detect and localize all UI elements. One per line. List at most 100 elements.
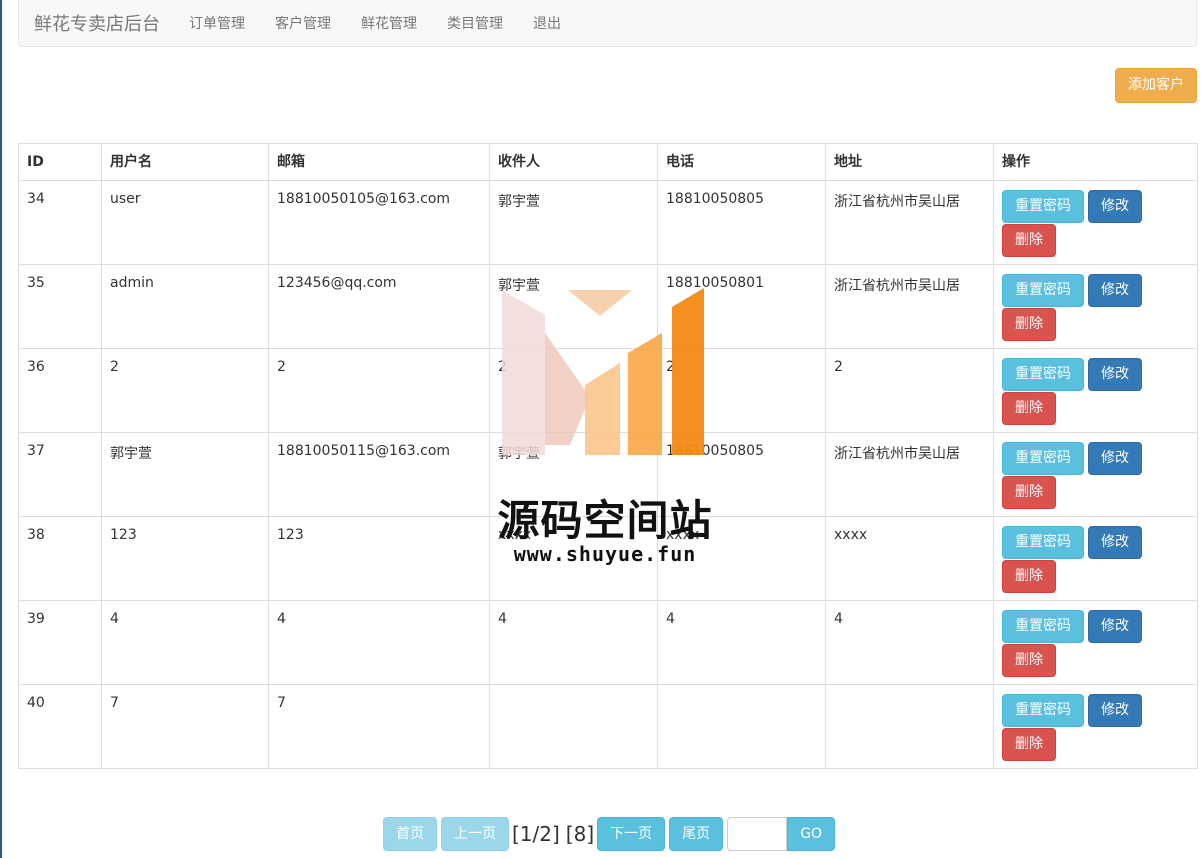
cell-username: 123 — [101, 516, 269, 601]
cell-recipient: 郭宇萱 — [489, 432, 658, 517]
reset-password-button[interactable]: 重置密码 — [1002, 442, 1084, 475]
column-header-actions: 操作 — [993, 143, 1198, 181]
edit-button[interactable]: 修改 — [1088, 190, 1142, 223]
table-row: 40 7 7 重置密码 修改 删除 — [18, 684, 1198, 769]
cell-recipient: 2 — [489, 348, 658, 433]
cell-phone: 18810050805 — [657, 180, 826, 265]
cell-username: 4 — [101, 600, 269, 685]
add-customer-button[interactable]: 添加客户 — [1115, 68, 1197, 103]
next-page-button[interactable]: 下一页 — [597, 816, 666, 851]
cell-email: 2 — [268, 348, 490, 433]
column-header-phone: 电话 — [657, 143, 826, 181]
cell-address: xxxx — [825, 516, 994, 601]
cell-email: 123 — [268, 516, 490, 601]
cell-username: 7 — [101, 684, 269, 769]
reset-password-button[interactable]: 重置密码 — [1002, 526, 1084, 559]
cell-email: 18810050105@163.com — [268, 180, 490, 265]
cell-username: user — [101, 180, 269, 265]
delete-button[interactable]: 删除 — [1002, 224, 1056, 257]
cell-actions: 重置密码 修改 删除 — [993, 264, 1198, 349]
cell-actions: 重置密码 修改 删除 — [993, 600, 1198, 685]
cell-address: 2 — [825, 348, 994, 433]
cell-address: 浙江省杭州市吴山居 — [825, 432, 994, 517]
delete-button[interactable]: 删除 — [1002, 308, 1056, 341]
cell-phone: 18810050801 — [657, 264, 826, 349]
cell-recipient — [489, 684, 658, 769]
cell-username: 2 — [101, 348, 269, 433]
delete-button[interactable]: 删除 — [1002, 644, 1056, 677]
cell-phone: 2 — [657, 348, 826, 433]
cell-email: 123456@qq.com — [268, 264, 490, 349]
cell-id: 37 — [18, 432, 102, 517]
top-navbar: 鲜花专卖店后台 订单管理 客户管理 鲜花管理 类目管理 退出 — [18, 0, 1197, 47]
cell-username: admin — [101, 264, 269, 349]
cell-id: 40 — [18, 684, 102, 769]
cell-address: 浙江省杭州市吴山居 — [825, 180, 994, 265]
table-row: 36 2 2 2 2 2 重置密码 修改 删除 — [18, 348, 1198, 433]
cell-email: 4 — [268, 600, 490, 685]
cell-address: 浙江省杭州市吴山居 — [825, 264, 994, 349]
last-page-button[interactable]: 尾页 — [669, 816, 724, 851]
table-row: 35 admin 123456@qq.com 郭宇萱 18810050801 浙… — [18, 264, 1198, 349]
cell-actions: 重置密码 修改 删除 — [993, 432, 1198, 517]
column-header-recipient: 收件人 — [489, 143, 658, 181]
nav-item-flowers[interactable]: 鲜花管理 — [346, 13, 432, 33]
cell-id: 34 — [18, 180, 102, 265]
first-page-button[interactable]: 首页 — [383, 816, 437, 851]
edit-button[interactable]: 修改 — [1088, 274, 1142, 307]
navbar-brand[interactable]: 鲜花专卖店后台 — [19, 10, 174, 36]
reset-password-button[interactable]: 重置密码 — [1002, 610, 1084, 643]
table-row: 38 123 123 xxxx xxxx xxxx 重置密码 修改 删除 — [18, 516, 1198, 601]
reset-password-button[interactable]: 重置密码 — [1002, 694, 1084, 727]
cell-address: 4 — [825, 600, 994, 685]
delete-button[interactable]: 删除 — [1002, 476, 1056, 509]
cell-phone: 4 — [657, 600, 826, 685]
cell-recipient: 郭宇萱 — [489, 264, 658, 349]
delete-button[interactable]: 删除 — [1002, 728, 1056, 761]
reset-password-button[interactable]: 重置密码 — [1002, 274, 1084, 307]
total-count: [8] — [565, 821, 595, 846]
column-header-email: 邮箱 — [268, 143, 490, 181]
nav-item-logout[interactable]: 退出 — [518, 13, 576, 33]
cell-id: 35 — [18, 264, 102, 349]
table-row: 34 user 18810050105@163.com 郭宇萱 18810050… — [18, 180, 1198, 265]
cell-id: 39 — [18, 600, 102, 685]
reset-password-button[interactable]: 重置密码 — [1002, 358, 1084, 391]
cell-recipient: 4 — [489, 600, 658, 685]
edit-button[interactable]: 修改 — [1088, 358, 1142, 391]
cell-actions: 重置密码 修改 删除 — [993, 348, 1198, 433]
table-row: 37 郭宇萱 18810050115@163.com 郭宇萱 188100508… — [18, 432, 1198, 517]
delete-button[interactable]: 删除 — [1002, 392, 1056, 425]
page-number-input[interactable] — [727, 816, 788, 851]
edit-button[interactable]: 修改 — [1088, 610, 1142, 643]
nav-item-orders[interactable]: 订单管理 — [174, 13, 260, 33]
cell-phone: xxxx — [657, 516, 826, 601]
cell-actions: 重置密码 修改 删除 — [993, 180, 1198, 265]
prev-page-button[interactable]: 上一页 — [441, 816, 509, 851]
cell-recipient: xxxx — [489, 516, 658, 601]
customer-table: ID 用户名 邮箱 收件人 电话 地址 操作 34 user 188100501… — [18, 143, 1198, 769]
cell-id: 38 — [18, 516, 102, 601]
cell-id: 36 — [18, 348, 102, 433]
edit-button[interactable]: 修改 — [1088, 526, 1142, 559]
nav-item-categories[interactable]: 类目管理 — [432, 13, 518, 33]
pagination: 首页 上一页 [1/2] [8] 下一页 尾页 GO — [383, 816, 836, 851]
edit-button[interactable]: 修改 — [1088, 442, 1142, 475]
cell-phone — [657, 684, 826, 769]
cell-actions: 重置密码 修改 删除 — [993, 684, 1198, 769]
column-header-username: 用户名 — [101, 143, 269, 181]
table-header-row: ID 用户名 邮箱 收件人 电话 地址 操作 — [18, 143, 1198, 181]
column-header-address: 地址 — [825, 143, 994, 181]
table-row: 39 4 4 4 4 4 重置密码 修改 删除 — [18, 600, 1198, 685]
go-button[interactable]: GO — [787, 816, 836, 851]
cell-address — [825, 684, 994, 769]
page-indicator: [1/2] — [512, 821, 560, 846]
delete-button[interactable]: 删除 — [1002, 560, 1056, 593]
column-header-id: ID — [18, 143, 102, 181]
cell-email: 7 — [268, 684, 490, 769]
cell-username: 郭宇萱 — [101, 432, 269, 517]
nav-item-customers[interactable]: 客户管理 — [260, 13, 346, 33]
reset-password-button[interactable]: 重置密码 — [1002, 190, 1084, 223]
edit-button[interactable]: 修改 — [1088, 694, 1142, 727]
cell-email: 18810050115@163.com — [268, 432, 490, 517]
